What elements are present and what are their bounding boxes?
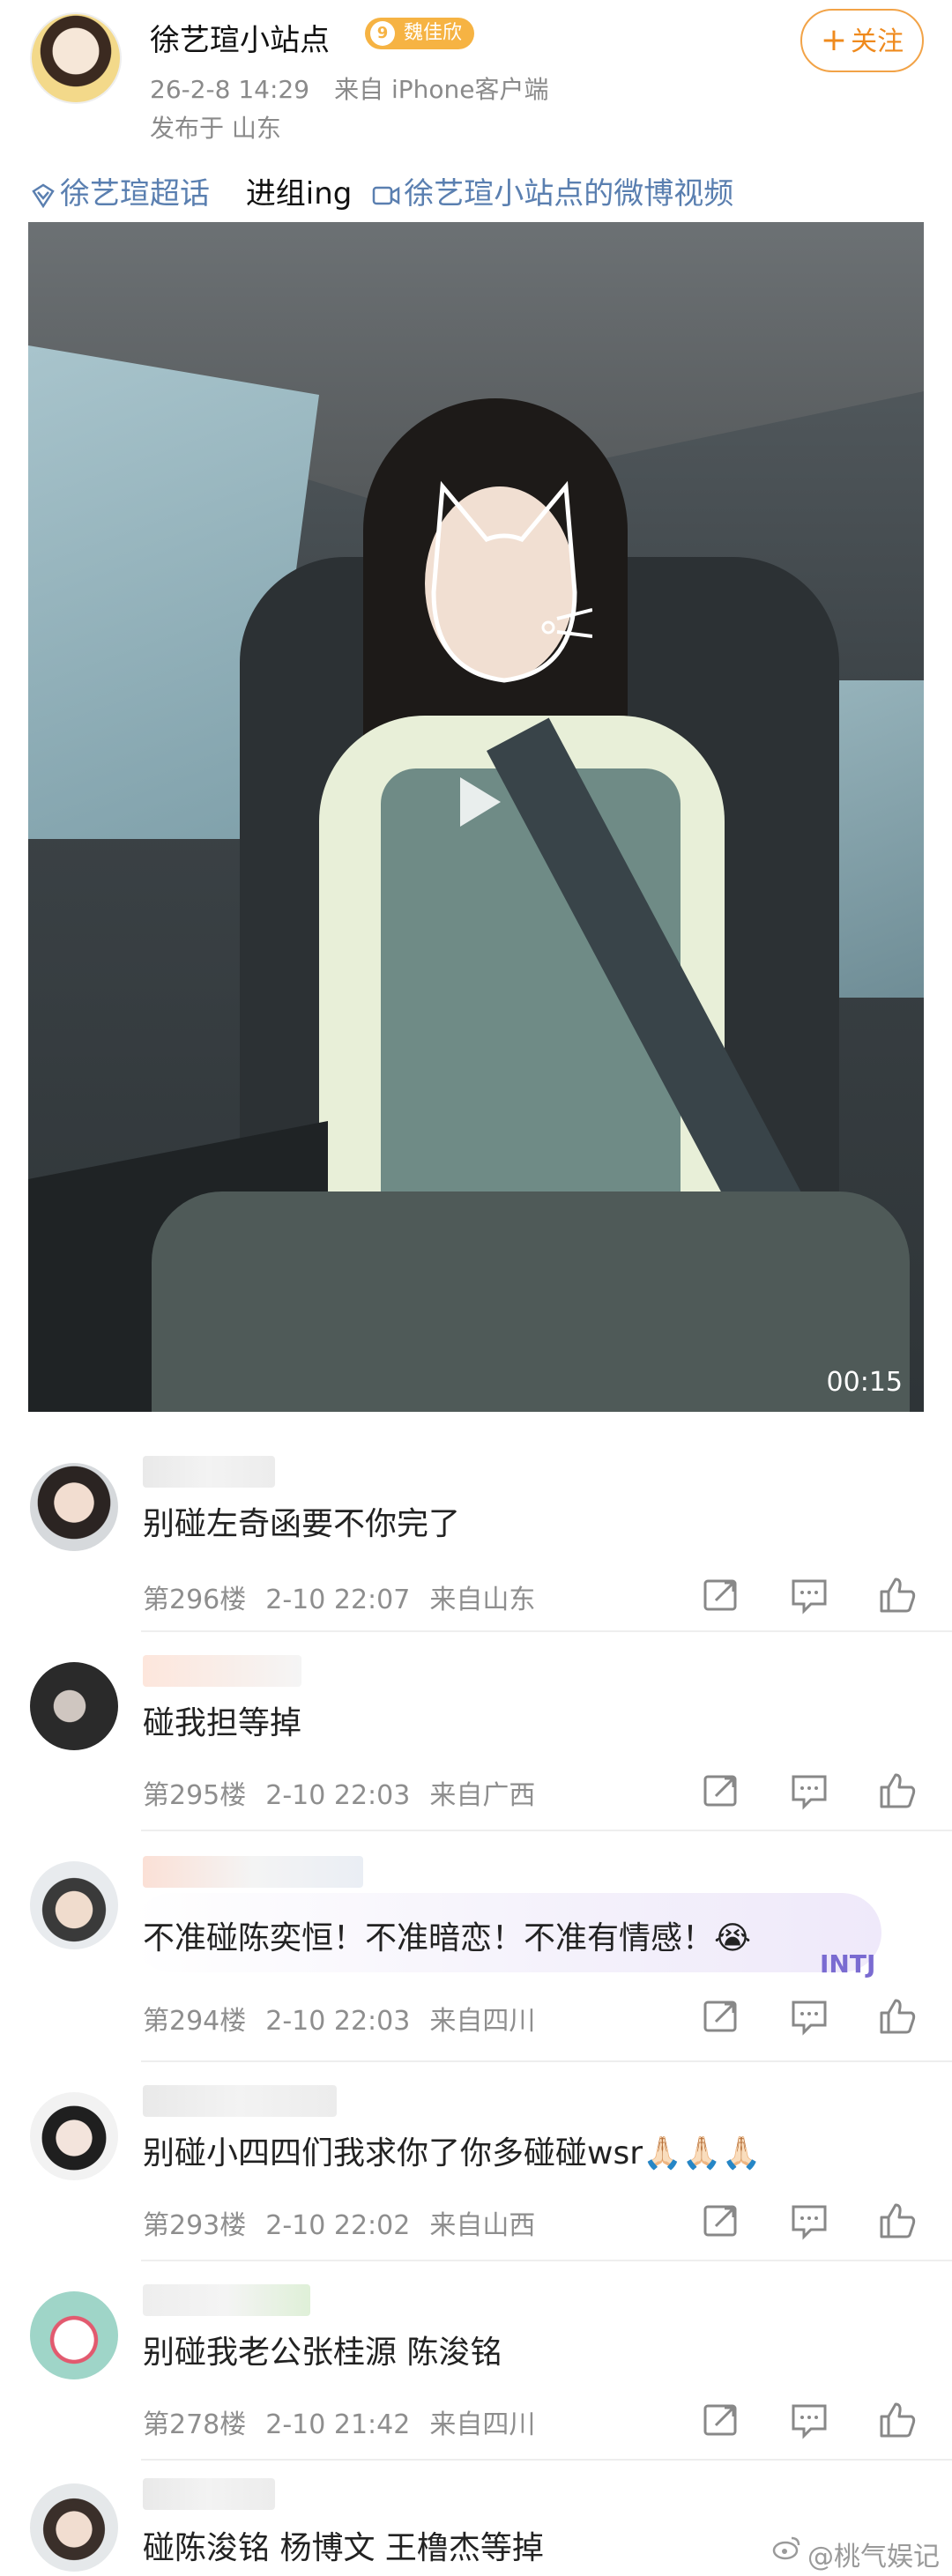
follow-button[interactable]: + 关注	[800, 9, 924, 72]
comment-text: 别碰左奇函要不你完了	[143, 1506, 461, 1542]
commenter-avatar[interactable]	[30, 1861, 118, 1949]
follow-label: 关注	[851, 26, 904, 57]
comment-text: 碰我担等掉	[143, 1705, 302, 1741]
comment-meta: 第293楼 2-10 22:02 来自山西	[143, 2203, 554, 2242]
post-datetime: 26-2-8 14:29	[150, 75, 310, 104]
intj-sticker: INTJ	[820, 1949, 876, 1978]
share-icon[interactable]	[702, 1771, 740, 1810]
comment-floor: 第293楼	[143, 2210, 247, 2241]
super-topic-link[interactable]: 徐艺瑄超话	[30, 176, 219, 212]
share-icon[interactable]	[702, 2201, 740, 2240]
video-frame-lap	[152, 1191, 910, 1412]
super-topic-icon	[32, 183, 55, 208]
comment-text: 碰陈浚铭 杨博文 王橹杰等掉	[143, 2530, 544, 2566]
comment-time: 2-10 22:03	[265, 1780, 411, 1811]
comment-time: 2-10 22:07	[265, 1585, 411, 1615]
commenter-name-blurred[interactable]	[143, 2284, 310, 2316]
comment-location: 来自山西	[429, 2210, 536, 2241]
commenter-name-blurred[interactable]	[143, 2478, 275, 2510]
comment-time: 2-10 22:03	[265, 2006, 411, 2037]
plus-icon: +	[820, 22, 848, 58]
comment-meta: 第296楼 2-10 22:07 来自山东	[143, 1578, 554, 1616]
like-icon[interactable]	[878, 1771, 917, 1810]
commenter-name-blurred[interactable]	[143, 1456, 275, 1488]
badge-level-icon: 9	[370, 21, 395, 46]
commenter-name-blurred[interactable]	[143, 1856, 363, 1888]
comment-icon[interactable]	[790, 1997, 829, 2036]
comment-icon[interactable]	[790, 2201, 829, 2240]
comment-location: 来自广西	[429, 1780, 536, 1811]
comment-icon[interactable]	[790, 1576, 829, 1615]
commenter-avatar[interactable]	[30, 1463, 118, 1551]
commenter-name-blurred[interactable]	[143, 2085, 337, 2117]
share-icon[interactable]	[702, 1576, 740, 1615]
comment-location: 来自山东	[429, 1585, 536, 1615]
comment-floor: 第294楼	[143, 2006, 247, 2037]
comment-text: 别碰我老公张桂源 陈浚铭	[143, 2335, 502, 2371]
comment-text: 别碰小四四们我求你了你多碰碰wsr🙏🏻🙏🏻🙏🏻	[143, 2135, 762, 2171]
comment-divider	[141, 2459, 952, 2461]
post-source: 来自 iPhone客户端	[334, 75, 549, 104]
like-icon[interactable]	[878, 1997, 917, 2036]
comment-time: 2-10 22:02	[265, 2210, 411, 2241]
cat-filter-icon	[431, 480, 592, 683]
post-caption: 进组ing	[245, 176, 353, 212]
like-icon[interactable]	[878, 1576, 917, 1615]
comment-location: 来自四川	[429, 2409, 536, 2440]
comment-meta: 第278楼 2-10 21:42 来自四川	[143, 2402, 554, 2441]
post-location: 发布于 山东	[150, 114, 281, 143]
commenter-avatar[interactable]	[30, 2483, 118, 2572]
comment-time: 2-10 21:42	[265, 2409, 411, 2440]
comment-floor: 第296楼	[143, 1585, 247, 1615]
author-avatar[interactable]	[30, 12, 122, 104]
commenter-avatar[interactable]	[30, 2291, 118, 2379]
comment-meta: 第295楼 2-10 22:03 来自广西	[143, 1773, 554, 1812]
watermark: @桃气娱记	[807, 2542, 940, 2572]
play-icon[interactable]	[443, 768, 509, 835]
fan-badge[interactable]: 9 魏佳欣	[365, 18, 475, 49]
comment-icon[interactable]	[790, 1771, 829, 1810]
comment-floor: 第295楼	[143, 1780, 247, 1811]
video-player[interactable]: 00:15	[28, 222, 924, 1412]
comment-location: 来自四川	[429, 2006, 536, 2037]
video-icon	[372, 186, 400, 204]
badge-label: 魏佳欣	[404, 22, 463, 44]
video-link-label: 徐艺瑄小站点的微博视频	[404, 176, 734, 212]
share-icon[interactable]	[702, 2401, 740, 2439]
comment-meta: 第294楼 2-10 22:03 来自四川	[143, 1999, 554, 2038]
post-header: 徐艺瑄小站点 9 魏佳欣 26-2-8 14:29 来自 iPhone客户端 发布…	[0, 0, 952, 167]
comment-divider	[141, 1830, 952, 1831]
video-duration: 00:15	[826, 1367, 903, 1398]
commenter-name-blurred[interactable]	[143, 1655, 301, 1687]
post-meta: 26-2-8 14:29 来自 iPhone客户端	[150, 71, 573, 106]
post-text: 徐艺瑄超话 进组ing 徐艺瑄小站点的微博视频	[30, 169, 733, 219]
comment-divider	[141, 2060, 952, 2062]
share-icon[interactable]	[702, 1997, 740, 2036]
super-topic-label: 徐艺瑄超话	[60, 176, 210, 212]
author-name[interactable]: 徐艺瑄小站点	[150, 16, 330, 59]
comment-divider	[141, 2260, 952, 2261]
weibo-logo-icon	[772, 2536, 800, 2560]
video-link[interactable]: 徐艺瑄小站点的微博视频	[362, 176, 733, 212]
comment-text: 不准碰陈奕恒！不准暗恋！不准有情感！😭	[143, 1920, 752, 1956]
comment-icon[interactable]	[790, 2401, 829, 2439]
commenter-avatar[interactable]	[30, 1662, 118, 1750]
like-icon[interactable]	[878, 2401, 917, 2439]
comment-divider	[141, 1630, 952, 1632]
comment-floor: 第278楼	[143, 2409, 247, 2440]
commenter-avatar[interactable]	[30, 2092, 118, 2180]
like-icon[interactable]	[878, 2201, 917, 2240]
